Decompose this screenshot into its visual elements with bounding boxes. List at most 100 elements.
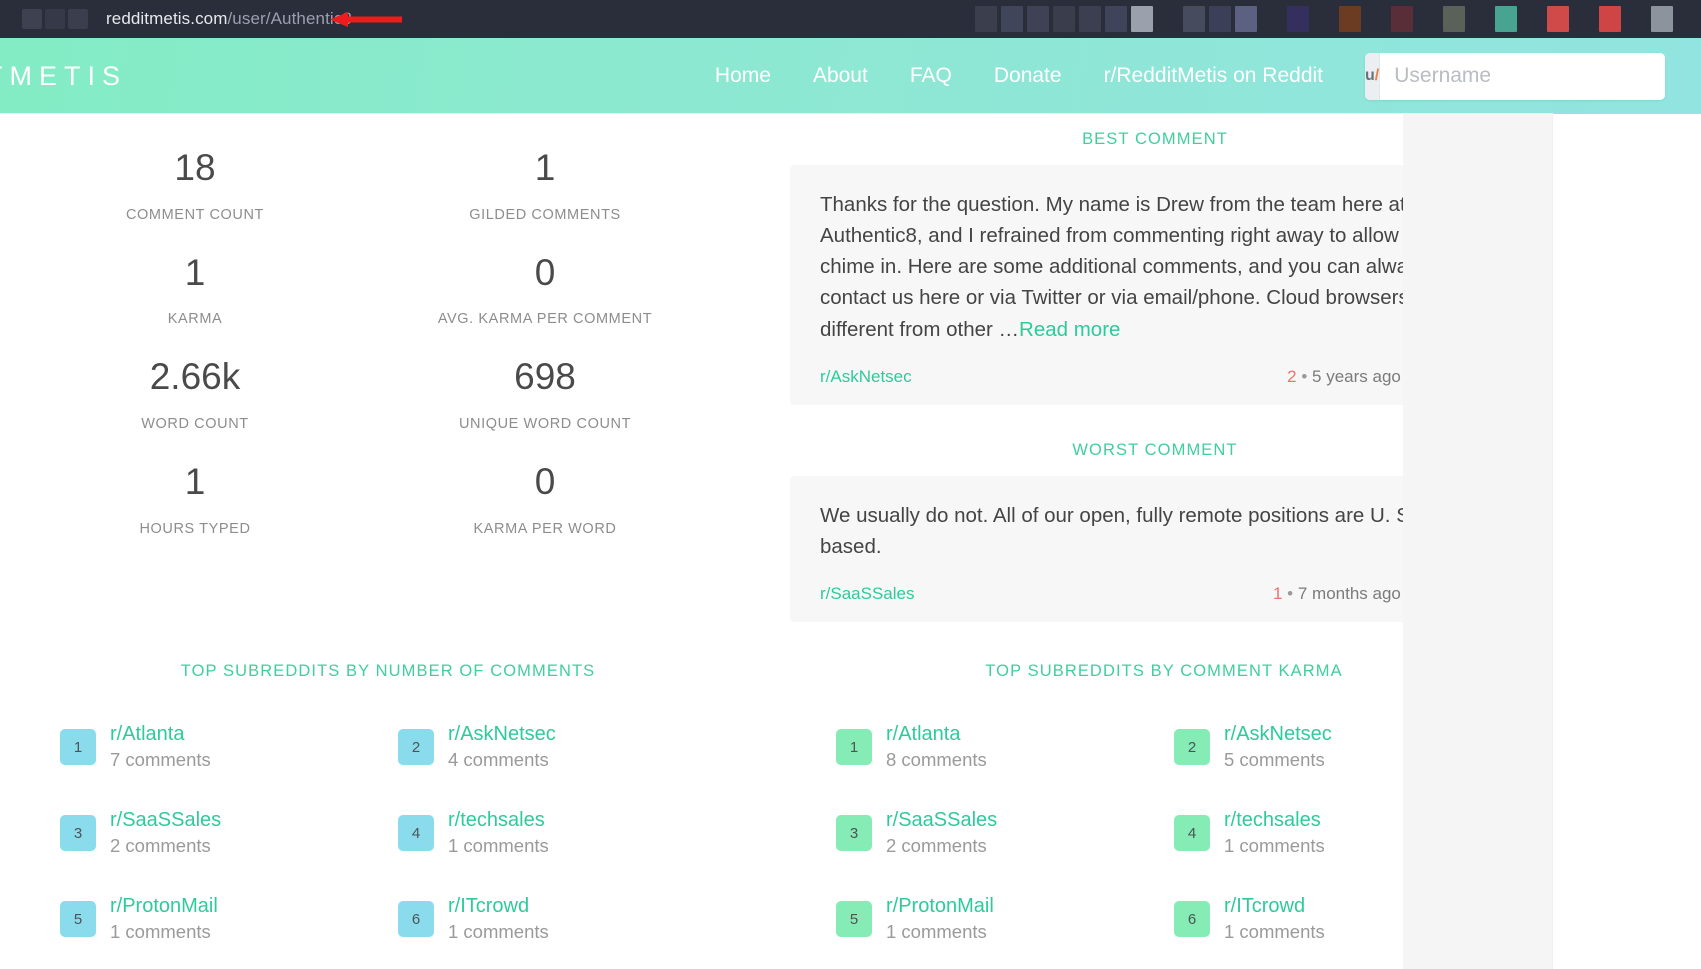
subreddit-count: 1 comments — [1224, 920, 1325, 942]
rank-badge: 1 — [60, 729, 96, 766]
subreddit-count: 1 comments — [886, 920, 987, 942]
toolbar-gap-3 — [1313, 6, 1335, 32]
list-item[interactable]: 1 r/Atlanta 7 comments — [60, 721, 398, 774]
toolbar-icon-17[interactable] — [1599, 6, 1621, 32]
subreddit-link[interactable]: r/AskNetsec — [448, 721, 556, 747]
toolbar-icon-16[interactable] — [1547, 6, 1569, 32]
toolbar-icon-3[interactable] — [1027, 6, 1049, 32]
toolbar-icon-2[interactable] — [1001, 6, 1023, 32]
nav-link-donate[interactable]: Donate — [994, 64, 1062, 88]
address-bar[interactable]: redditmetis.com/user/Authentic8 — [106, 9, 352, 29]
toolbar-icon-11[interactable] — [1287, 6, 1309, 32]
stats-grid: 18 Comment count 1 Gilded comments 1 Kar… — [20, 132, 720, 551]
subreddit-link[interactable]: r/ITcrowd — [1224, 893, 1325, 919]
toolbar-icon-8[interactable] — [1183, 6, 1205, 32]
list-item[interactable]: 3 r/SaaSSales 2 comments — [60, 807, 398, 860]
toolbar-icon-5[interactable] — [1079, 6, 1101, 32]
reload-icon[interactable] — [68, 9, 88, 29]
stat-label: Comment count — [125, 206, 265, 223]
toolbar-icon-7[interactable] — [1131, 6, 1153, 32]
list-item[interactable]: 2 r/AskNetsec 4 comments — [398, 721, 736, 774]
best-comment-body: Thanks for the question. My name is Drew… — [820, 193, 1485, 341]
stat-value: 2.66k — [149, 356, 241, 398]
stat-gilded-comments: 1 Gilded comments — [370, 132, 720, 237]
worst-comment-meta: r/SaaSSales 1 • 7 months ago • permalink — [820, 584, 1490, 604]
username-search-box[interactable]: u / — [1365, 52, 1665, 100]
subreddit-count: 1 comments — [110, 920, 211, 942]
subreddit-link[interactable]: r/ProtonMail — [886, 893, 994, 919]
browser-nav-buttons[interactable] — [22, 9, 88, 29]
worst-comment-score: 1 — [1272, 584, 1283, 604]
toolbar-icon-18[interactable] — [1651, 6, 1673, 32]
stat-label: Karma — [167, 311, 223, 328]
rank-badge: 1 — [836, 729, 872, 766]
rank-badge: 2 — [1174, 729, 1210, 766]
list-item[interactable]: 5 r/ProtonMail 1 comments — [836, 893, 1174, 946]
stat-label: Unique word count — [458, 416, 632, 433]
rank-badge: 4 — [1174, 815, 1210, 852]
toolbar-icon-14[interactable] — [1443, 6, 1465, 32]
subreddit-link[interactable]: r/ITcrowd — [448, 893, 549, 919]
stat-word-count: 2.66k Word count — [20, 341, 370, 446]
subreddit-count: 1 comments — [1224, 834, 1325, 856]
toolbar-icon-6[interactable] — [1105, 6, 1127, 32]
forward-icon[interactable] — [45, 9, 65, 29]
page-gutter — [1403, 114, 1552, 969]
stat-value: 18 — [174, 147, 216, 188]
subreddit-link[interactable]: r/AskNetsec — [1224, 721, 1332, 747]
best-comment-age: 5 years ago — [1312, 366, 1401, 386]
subreddit-link[interactable]: r/SaaSSales — [886, 807, 997, 833]
nav-link-home[interactable]: Home — [715, 64, 771, 88]
toolbar-gap-1 — [1157, 6, 1179, 32]
toolbar-icon-10[interactable] — [1235, 6, 1257, 32]
worst-comment-age: 7 months ago — [1297, 584, 1401, 604]
toolbar-icon-13[interactable] — [1391, 6, 1413, 32]
browser-toolbar: redditmetis.com/user/Authentic8 — [0, 0, 1701, 38]
username-prefix-u: u — [1365, 67, 1375, 84]
toolbar-gap-6 — [1469, 6, 1491, 32]
browser-extension-icons[interactable] — [975, 0, 1673, 38]
list-item[interactable]: 6 r/ITcrowd 1 comments — [398, 893, 736, 946]
worst-comment-body: We usually do not. All of our open, full… — [820, 503, 1429, 558]
subreddit-link[interactable]: r/techsales — [1224, 807, 1325, 833]
url-host: redditmetis.com — [106, 9, 228, 28]
toolbar-icon-1[interactable] — [975, 6, 997, 32]
stat-value: 1 — [184, 251, 206, 293]
back-icon[interactable] — [22, 9, 42, 29]
stat-label: Word count — [141, 416, 249, 433]
subreddit-link[interactable]: r/Atlanta — [110, 721, 211, 747]
toolbar-icon-15[interactable] — [1495, 6, 1517, 32]
list-item[interactable]: 1 r/Atlanta 8 comments — [836, 721, 1174, 774]
top-subreddits-by-comments: Top subreddits by number of comments 1 r… — [0, 662, 776, 945]
subreddit-link[interactable]: r/techsales — [448, 807, 549, 833]
toolbar-icon-4[interactable] — [1053, 6, 1075, 32]
nav-link-faq[interactable]: FAQ — [910, 64, 952, 88]
subreddit-link[interactable]: r/ProtonMail — [110, 893, 218, 919]
best-comment-subreddit-link[interactable]: r/AskNetsec — [820, 367, 912, 387]
best-comment-read-more-link[interactable]: Read more — [1019, 318, 1120, 341]
username-input[interactable] — [1380, 52, 1665, 100]
list-item-text: r/Atlanta 8 comments — [886, 721, 987, 774]
list-item[interactable]: 5 r/ProtonMail 1 comments — [60, 893, 398, 946]
rank-badge: 3 — [60, 815, 96, 852]
meta-bullet: • — [1287, 584, 1294, 604]
toolbar-gap-5 — [1417, 6, 1439, 32]
subreddit-lists: Top subreddits by number of comments 1 r… — [0, 662, 1552, 945]
site-logo[interactable]: TMETIS — [0, 61, 127, 92]
list-item[interactable]: 3 r/SaaSSales 2 comments — [836, 807, 1174, 860]
best-comment-score: 2 — [1287, 366, 1297, 386]
meta-bullet: • — [1301, 366, 1308, 386]
nav-link-about[interactable]: About — [813, 64, 868, 88]
username-prefix-slash: / — [1374, 67, 1380, 84]
stat-value: 0 — [534, 461, 556, 503]
nav-link-subreddit[interactable]: r/RedditMetis on Reddit — [1104, 64, 1323, 88]
subreddit-link[interactable]: r/SaaSSales — [110, 807, 221, 833]
stat-value: 698 — [514, 356, 576, 398]
stat-label: Gilded comments — [469, 206, 621, 223]
rank-badge: 5 — [60, 901, 96, 938]
worst-comment-subreddit-link[interactable]: r/SaaSSales — [820, 584, 915, 604]
subreddit-link[interactable]: r/Atlanta — [886, 721, 987, 747]
toolbar-icon-12[interactable] — [1339, 6, 1361, 32]
toolbar-icon-9[interactable] — [1209, 6, 1231, 32]
list-item[interactable]: 4 r/techsales 1 comments — [398, 807, 736, 860]
